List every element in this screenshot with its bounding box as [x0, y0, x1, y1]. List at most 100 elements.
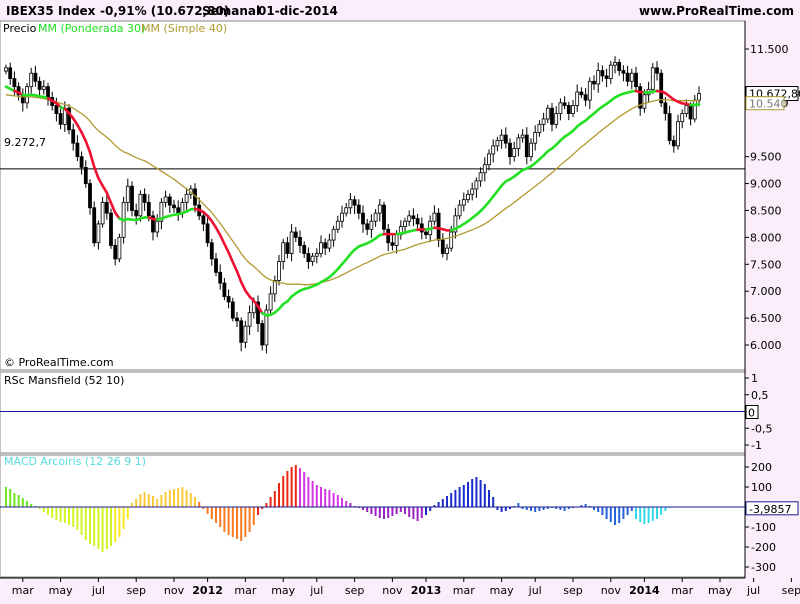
macd-bar	[618, 507, 621, 523]
macd-bar	[299, 468, 301, 507]
macd-bar	[89, 507, 91, 544]
macd-bar	[622, 507, 625, 519]
macd-bar	[198, 502, 201, 507]
macd-ytick-label: -100	[751, 521, 776, 534]
macd-bar	[185, 490, 188, 507]
macd-bar	[500, 507, 503, 512]
macd-bar	[93, 507, 96, 546]
price-ytick-label: 8.500	[750, 204, 782, 217]
price-candle	[92, 201, 97, 247]
rsc-ytick-label: 0,5	[751, 389, 769, 402]
price-candle	[109, 208, 113, 249]
macd-ytick-label: -300	[751, 561, 776, 574]
macd-ytick-label: 100	[751, 481, 772, 494]
chart-canvas: IBEX35 Index -0,91% (10.672,80) Semanal …	[0, 0, 800, 597]
macd-bar	[101, 507, 104, 552]
x-tick-label: mar	[453, 584, 475, 597]
macd-bar	[332, 493, 335, 507]
macd-bar	[248, 507, 251, 532]
macd-ytick-label: -200	[751, 541, 776, 554]
macd-bar	[47, 507, 49, 515]
macd-bar	[664, 507, 667, 511]
macd-bar	[63, 507, 66, 523]
macd-bar	[530, 507, 532, 511]
macd-bar	[278, 483, 280, 507]
macd-bar	[366, 507, 369, 512]
rsc-ytick-label: -1	[751, 439, 762, 452]
macd-bar	[72, 507, 75, 527]
macd-bar	[114, 507, 117, 542]
site-label: www.ProRealTime.com	[639, 4, 794, 18]
macd-bar	[194, 497, 196, 507]
macd-bar	[626, 507, 629, 515]
macd-bar	[630, 507, 633, 511]
macd-bar	[441, 499, 444, 507]
x-tick-label: jul	[91, 584, 105, 597]
macd-bar	[173, 489, 175, 507]
x-tick-label: may	[490, 584, 514, 597]
macd-ytick-label: 200	[751, 461, 772, 474]
x-tick-label: may	[708, 584, 732, 597]
macd-bar	[76, 507, 79, 530]
price-panel-title: Precio	[3, 22, 37, 35]
price-candle	[650, 63, 655, 94]
macd-bar	[471, 479, 474, 507]
macd-bar	[383, 507, 385, 519]
wma30-segment	[693, 103, 701, 107]
macd-bar	[206, 507, 209, 514]
price-ytick-label: 6.500	[750, 312, 782, 325]
macd-bar	[450, 493, 453, 507]
macd-bar	[97, 507, 100, 549]
macd-bar	[5, 487, 7, 507]
x-tick-label: nov	[382, 584, 403, 597]
macd-bar	[416, 507, 419, 521]
macd-bar	[420, 507, 423, 518]
macd-bar	[345, 501, 348, 507]
macd-bar	[404, 507, 406, 514]
rsc-ytick-label: 1	[751, 372, 758, 385]
x-tick-label: may	[271, 584, 295, 597]
macd-bar	[408, 507, 411, 517]
macd-bar	[635, 507, 637, 519]
legend-sma40: MM (Simple 40)	[141, 22, 227, 35]
macd-bar	[286, 471, 289, 507]
macd-bar	[315, 485, 318, 507]
macd-bar	[488, 490, 490, 507]
macd-bar	[399, 507, 402, 512]
macd-bar	[152, 496, 154, 507]
macd-bar	[131, 503, 133, 507]
legend-wma30: MM (Ponderada 30)	[38, 22, 145, 35]
macd-bar	[110, 507, 112, 546]
macd-bar	[177, 488, 180, 507]
macd-bar	[467, 482, 469, 507]
chart-window: IBEX35 Index -0,91% (10.672,80) Semanal …	[0, 0, 800, 600]
x-tick-label: sep	[126, 584, 145, 597]
rsc-panel-title: RSc Mansfield (52 10)	[4, 374, 124, 387]
macd-bar	[219, 507, 222, 527]
macd-bar	[227, 507, 230, 535]
macd-bar	[17, 495, 20, 507]
macd-bar	[240, 507, 243, 541]
macd-bar	[13, 493, 16, 507]
price-ytick-label: 11.500	[750, 43, 789, 56]
macd-bar	[454, 490, 457, 507]
macd-bar	[483, 484, 486, 507]
macd-bar	[189, 493, 192, 507]
macd-bar	[84, 507, 87, 540]
macd-bar	[303, 472, 306, 507]
x-tick-label: nov	[601, 584, 622, 597]
macd-bar	[257, 507, 259, 515]
macd-bar	[639, 507, 642, 522]
macd-bar	[425, 507, 427, 515]
macd-bar	[290, 467, 293, 507]
x-tick-label: jul	[746, 584, 760, 597]
macd-bar	[328, 490, 331, 507]
macd-bar	[294, 465, 297, 507]
rsc-last-tag: 0	[745, 405, 759, 420]
macd-bar	[597, 507, 600, 512]
macd-bar	[252, 507, 255, 525]
macd-bar	[231, 507, 234, 537]
price-candle	[117, 233, 122, 263]
sma40-value: 10.540	[749, 98, 788, 111]
macd-bar	[21, 498, 24, 507]
